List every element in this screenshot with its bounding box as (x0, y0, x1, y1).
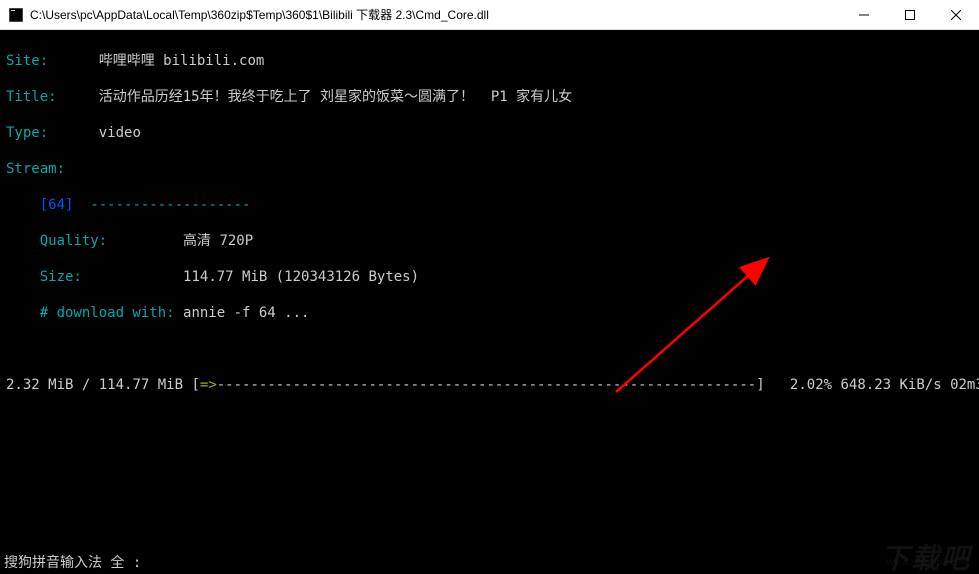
download-hint-label: # download with: (40, 305, 175, 321)
progress-speed: 648.23 KiB/s (832, 376, 950, 394)
type-value: video (99, 125, 141, 141)
title-label: Title: (6, 89, 57, 105)
stream-label: Stream: (6, 161, 65, 177)
site-value: 哔哩哔哩 bilibili.com (99, 53, 265, 69)
terminal-output: Site: 哔哩哔哩 bilibili.com Title: 活动作品历经15年… (0, 30, 979, 574)
progress-eta: 02m38s (950, 376, 979, 394)
size-value: 114.77 MiB (120343126 Bytes) (183, 269, 419, 285)
size-label: Size: (40, 269, 82, 285)
watermark-url: www.xiazaiba.com (887, 554, 969, 572)
quality-label: Quality: (40, 233, 107, 249)
type-label: Type: (6, 125, 48, 141)
stream-dashes: ------------------- (90, 197, 250, 213)
window-controls (841, 0, 979, 29)
downloaded-size: 2.32 MiB (6, 376, 73, 394)
close-button[interactable] (933, 0, 979, 29)
minimize-button[interactable] (841, 0, 887, 29)
cmd-icon (8, 7, 24, 23)
maximize-button[interactable] (887, 0, 933, 29)
progress-percent: 2.02% (790, 376, 832, 394)
download-hint-value: annie -f 64 ... (183, 305, 309, 321)
window-title: C:\Users\pc\AppData\Local\Temp\360zip$Te… (30, 6, 841, 23)
progress-bar-fill: => (200, 376, 217, 394)
site-label: Site: (6, 53, 48, 69)
ime-status: 搜狗拼音输入法 全 : (0, 552, 145, 574)
window-titlebar: C:\Users\pc\AppData\Local\Temp\360zip$Te… (0, 0, 979, 30)
total-size: 114.77 MiB (99, 376, 183, 394)
title-value: 活动作品历经15年！我终于吃上了 刘星家的饭菜～圆满了！ P1 家有儿女 (99, 89, 572, 105)
stream-id: [64] (40, 197, 74, 213)
progress-line: 2.32 MiB / 114.77 MiB [=>---------------… (6, 376, 973, 394)
progress-bar-empty: ----------------------------------------… (217, 376, 756, 394)
quality-value: 高清 720P (183, 233, 253, 249)
